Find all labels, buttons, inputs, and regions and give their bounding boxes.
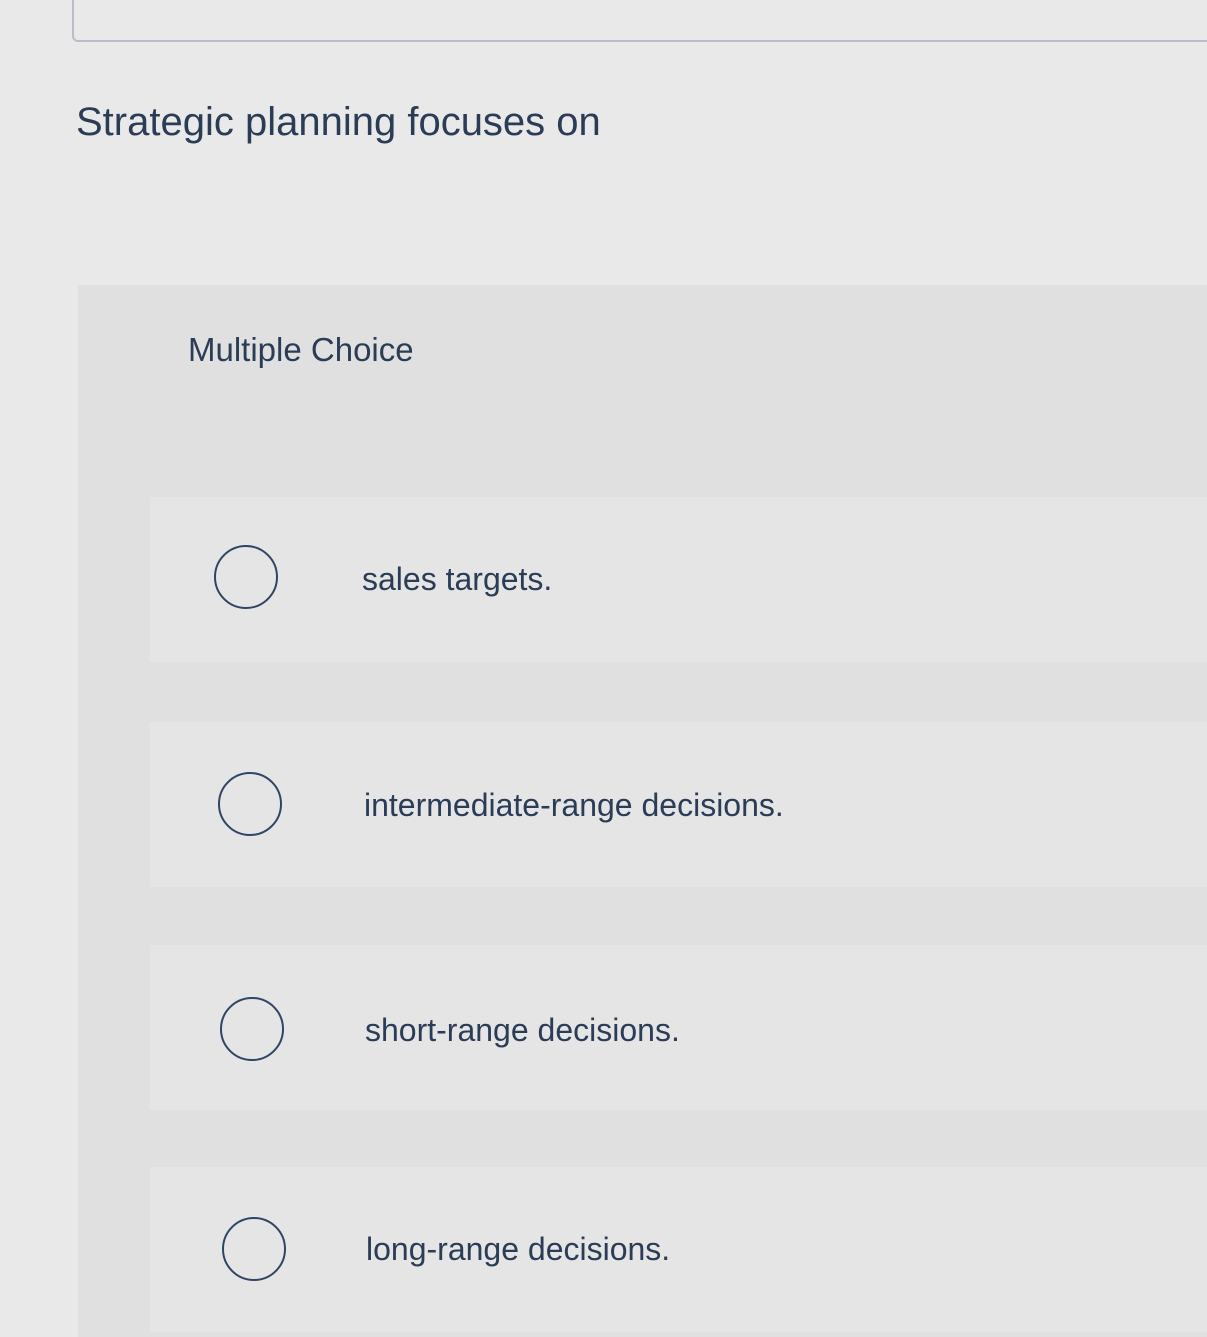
answer-option-label: long-range decisions. [366, 1231, 671, 1267]
answer-option-label: intermediate-range decisions. [364, 787, 784, 823]
answer-option-sales-targets[interactable]: sales targets. [150, 497, 1207, 662]
radio-button[interactable] [218, 772, 282, 836]
question-prompt: Strategic planning focuses on [76, 100, 601, 144]
answer-option-intermediate-range[interactable]: intermediate-range decisions. [150, 722, 1207, 887]
answer-option-long-range[interactable]: long-range decisions. [150, 1167, 1207, 1332]
radio-button[interactable] [220, 997, 284, 1061]
radio-button[interactable] [214, 545, 278, 609]
previous-panel-border [72, 0, 1207, 42]
answer-option-label: sales targets. [362, 561, 553, 597]
multiple-choice-panel: Multiple Choice sales targets. intermedi… [78, 285, 1207, 1337]
multiple-choice-heading: Multiple Choice [188, 331, 414, 368]
answer-option-label: short-range decisions. [365, 1012, 680, 1048]
radio-button[interactable] [222, 1217, 286, 1281]
answer-option-short-range[interactable]: short-range decisions. [150, 945, 1207, 1110]
